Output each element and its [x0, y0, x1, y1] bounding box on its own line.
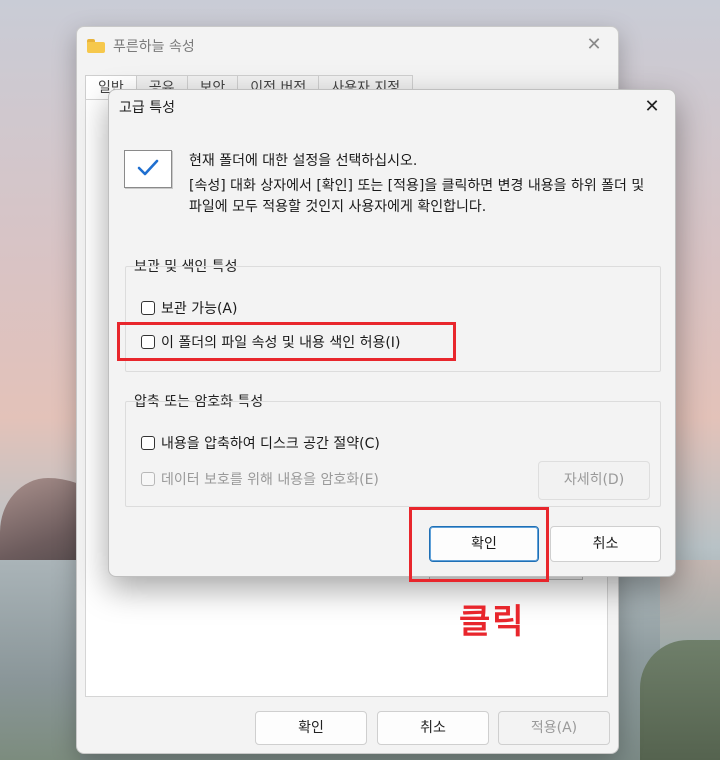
encrypt-checkbox	[141, 472, 155, 486]
details-button: 자세히(D)	[538, 461, 650, 500]
folder-icon	[87, 39, 105, 53]
click-annotation: 클릭	[459, 602, 526, 642]
dialog-title: 고급 특성	[119, 100, 175, 116]
highlight-ok-button	[409, 507, 549, 582]
archive-checkbox-row[interactable]: 보관 가능(A)	[141, 298, 237, 318]
checklist-icon	[124, 150, 172, 188]
cancel-button[interactable]: 취소	[550, 526, 661, 562]
back-window-title: 푸른하늘 속성	[113, 39, 195, 55]
encrypt-checkbox-label: 데이터 보호를 위해 내용을 암호화(E)	[161, 472, 379, 488]
highlight-index-checkbox	[117, 322, 456, 361]
back-cancel-button[interactable]: 취소	[377, 711, 489, 745]
compress-checkbox-label: 내용을 압축하여 디스크 공간 절약(C)	[161, 436, 380, 452]
dialog-close-icon[interactable]: ✕	[641, 96, 663, 118]
back-apply-button[interactable]: 적용(A)	[498, 711, 610, 745]
desktop-hill	[640, 640, 720, 760]
desktop-water-left	[0, 560, 80, 760]
encrypt-checkbox-row: 데이터 보호를 위해 내용을 암호화(E)	[141, 469, 379, 489]
archive-checkbox[interactable]	[141, 301, 155, 315]
description-sub: [속성] 대화 상자에서 [확인] 또는 [적용]을 클릭하면 변경 내용을 하…	[189, 178, 645, 215]
back-window-titlebar: 푸른하늘 속성	[87, 35, 195, 57]
back-ok-button[interactable]: 확인	[255, 711, 367, 745]
archive-checkbox-label: 보관 가능(A)	[161, 301, 238, 317]
back-close-icon[interactable]: ✕	[584, 35, 604, 55]
compress-checkbox[interactable]	[141, 436, 155, 450]
description-main: 현재 폴더에 대한 설정을 선택하십시오.	[189, 153, 418, 169]
compress-checkbox-row[interactable]: 내용을 압축하여 디스크 공간 절약(C)	[141, 433, 380, 453]
